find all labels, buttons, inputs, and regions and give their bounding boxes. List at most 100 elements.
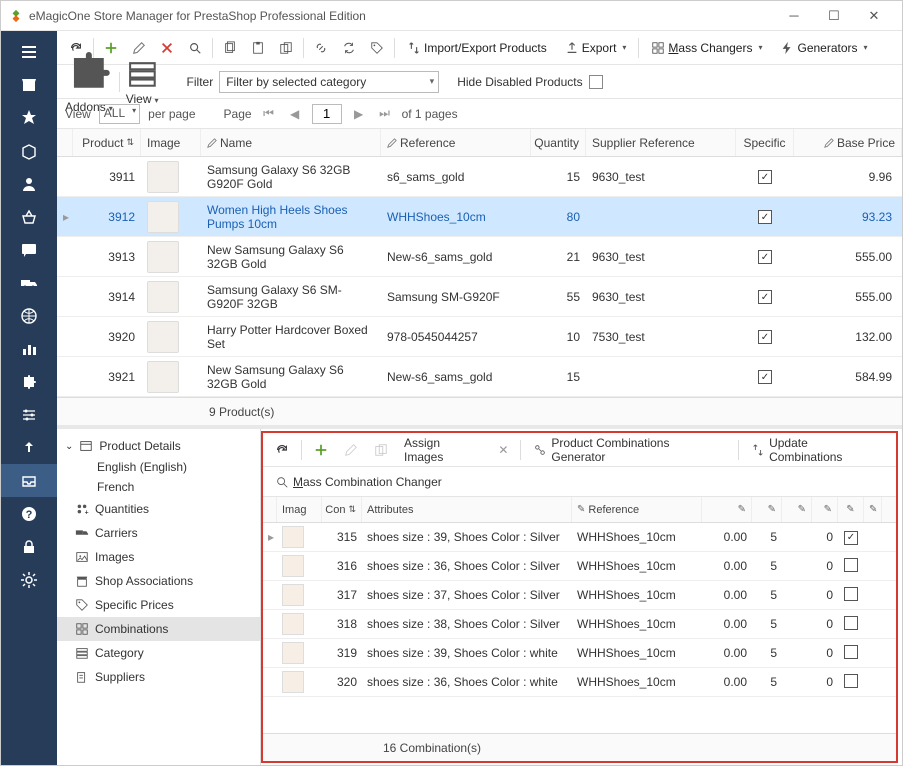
lock-icon[interactable] (1, 530, 57, 563)
table-row[interactable]: 317shoes size : 37, Shoes Color : Silver… (263, 581, 896, 610)
cell-specific[interactable]: ✓ (736, 249, 794, 265)
star-icon[interactable] (1, 101, 57, 134)
lang-english[interactable]: English (English) (57, 457, 260, 477)
globe-icon[interactable] (1, 299, 57, 332)
col-specific[interactable]: Specific (736, 129, 794, 156)
col-quantity[interactable]: Quantity (531, 129, 586, 156)
search-icon[interactable] (184, 37, 206, 59)
store-icon[interactable] (1, 68, 57, 101)
edit-icon[interactable] (128, 37, 150, 59)
expand-icon[interactable]: ▸ (263, 530, 277, 544)
ccol-reference[interactable]: ✎Reference (572, 497, 702, 522)
comb-add-icon[interactable] (310, 441, 332, 459)
help-icon[interactable]: ? (1, 497, 57, 530)
cell-checkbox[interactable] (838, 645, 864, 662)
ccol-attributes[interactable]: Attributes (362, 497, 572, 522)
sidebar-item-combinations[interactable]: Combinations (57, 617, 260, 641)
sliders-icon[interactable] (1, 398, 57, 431)
filter-combo[interactable]: Filter by selected category (219, 71, 439, 93)
menu-icon[interactable] (1, 35, 57, 68)
table-row[interactable]: 319shoes size : 39, Shoes Color : whiteW… (263, 639, 896, 668)
per-page-select[interactable]: ALL (99, 104, 140, 124)
cell-checkbox[interactable] (838, 616, 864, 633)
generators-button[interactable]: Generators (774, 39, 873, 57)
basket-icon[interactable] (1, 200, 57, 233)
import-export-button[interactable]: Import/Export Products (401, 39, 553, 57)
table-row[interactable]: ▸315shoes size : 39, Shoes Color : Silve… (263, 523, 896, 552)
assign-images-button[interactable]: Assign Images (400, 434, 486, 466)
table-row[interactable]: 316shoes size : 36, Shoes Color : Silver… (263, 552, 896, 581)
table-row[interactable]: 3921New Samsung Galaxy S6 32GB GoldNew-s… (57, 357, 902, 397)
truck-icon[interactable] (1, 266, 57, 299)
copy-icon[interactable] (219, 37, 241, 59)
table-row[interactable]: 320shoes size : 36, Shoes Color : whiteW… (263, 668, 896, 697)
col-product[interactable]: Product ⇅ (73, 129, 141, 156)
user-icon[interactable] (1, 167, 57, 200)
comb-edit-icon[interactable] (340, 441, 362, 459)
mass-changers-button[interactable]: Mass Changers (645, 39, 768, 57)
paste-icon[interactable] (247, 37, 269, 59)
ccol-edit6[interactable]: ✎ (864, 497, 882, 522)
comb-clone-icon[interactable] (370, 441, 392, 459)
ccol-image[interactable]: Imag (277, 497, 322, 522)
col-reference[interactable]: Reference (381, 129, 531, 156)
col-base-price[interactable]: Base Price (794, 129, 902, 156)
maximize-button[interactable]: ☐ (814, 2, 854, 30)
close-button[interactable]: ✕ (854, 2, 894, 30)
cell-checkbox[interactable]: ✓ (838, 529, 864, 545)
table-row[interactable]: 3914Samsung Galaxy S6 SM-G920F 32GBSamsu… (57, 277, 902, 317)
ccol-edit4[interactable]: ✎ (812, 497, 838, 522)
ccol-edit3[interactable]: ✎ (782, 497, 812, 522)
col-name[interactable]: Name (201, 129, 381, 156)
sidebar-item-suppliers[interactable]: Suppliers (57, 665, 260, 689)
cell-specific[interactable]: ✓ (736, 169, 794, 185)
cell-checkbox[interactable] (838, 674, 864, 691)
tag-icon[interactable] (366, 37, 388, 59)
cell-specific[interactable]: ✓ (736, 369, 794, 385)
delete-icon[interactable] (156, 37, 178, 59)
puzzle-icon[interactable] (1, 365, 57, 398)
hide-disabled-checkbox[interactable] (589, 75, 603, 89)
last-page-icon[interactable]: ⏭ (376, 106, 394, 121)
cell-specific[interactable]: ✓ (736, 209, 794, 225)
ccol-edit2[interactable]: ✎ (752, 497, 782, 522)
cell-specific[interactable]: ✓ (736, 329, 794, 345)
minimize-button[interactable]: ─ (774, 2, 814, 30)
col-image[interactable]: Image (141, 129, 201, 156)
upload-icon[interactable] (1, 431, 57, 464)
mass-combination-changer-button[interactable]: Mass Combination Changer (271, 473, 446, 491)
sidebar-item-carriers[interactable]: Carriers (57, 521, 260, 545)
link-icon[interactable] (310, 37, 332, 59)
next-page-icon[interactable]: ▶ (350, 107, 368, 121)
gear-icon[interactable] (1, 563, 57, 596)
export-button[interactable]: Export (559, 39, 633, 57)
comb-refresh-icon[interactable] (271, 441, 293, 459)
col-supplier-ref[interactable]: Supplier Reference (586, 129, 736, 156)
ccol-con[interactable]: Con ⇅ (322, 497, 362, 522)
sync-icon[interactable] (338, 37, 360, 59)
table-row[interactable]: 3913New Samsung Galaxy S6 32GB GoldNew-s… (57, 237, 902, 277)
sidebar-item-quantities[interactable]: +Quantities (57, 497, 260, 521)
first-page-icon[interactable]: ⏮ (260, 106, 278, 121)
table-row[interactable]: 318shoes size : 38, Shoes Color : Silver… (263, 610, 896, 639)
expand-icon[interactable]: ▸ (57, 210, 73, 224)
table-row[interactable]: 3911Samsung Galaxy S6 32GB G920F Golds6_… (57, 157, 902, 197)
cell-checkbox[interactable] (838, 558, 864, 575)
clone-icon[interactable] (275, 37, 297, 59)
update-combinations-button[interactable]: Update Combinations (747, 434, 888, 466)
lang-french[interactable]: French (57, 477, 260, 497)
prev-page-icon[interactable]: ◀ (286, 107, 304, 121)
page-input[interactable] (312, 104, 342, 124)
sidebar-item-images[interactable]: Images (57, 545, 260, 569)
table-row[interactable]: 3920Harry Potter Hardcover Boxed Set978-… (57, 317, 902, 357)
combo-generator-button[interactable]: Product Combinations Generator (529, 434, 730, 466)
comb-close-icon[interactable]: ✕ (494, 441, 512, 459)
cell-checkbox[interactable] (838, 587, 864, 604)
ccol-edit5[interactable]: ✎ (838, 497, 864, 522)
sidebar-item-specific-prices[interactable]: Specific Prices (57, 593, 260, 617)
package-icon[interactable] (1, 134, 57, 167)
chart-icon[interactable] (1, 332, 57, 365)
sidebar-item-shop-assoc[interactable]: Shop Associations (57, 569, 260, 593)
details-header[interactable]: ⌄ Product Details (57, 435, 260, 457)
sidebar-item-category[interactable]: Category (57, 641, 260, 665)
